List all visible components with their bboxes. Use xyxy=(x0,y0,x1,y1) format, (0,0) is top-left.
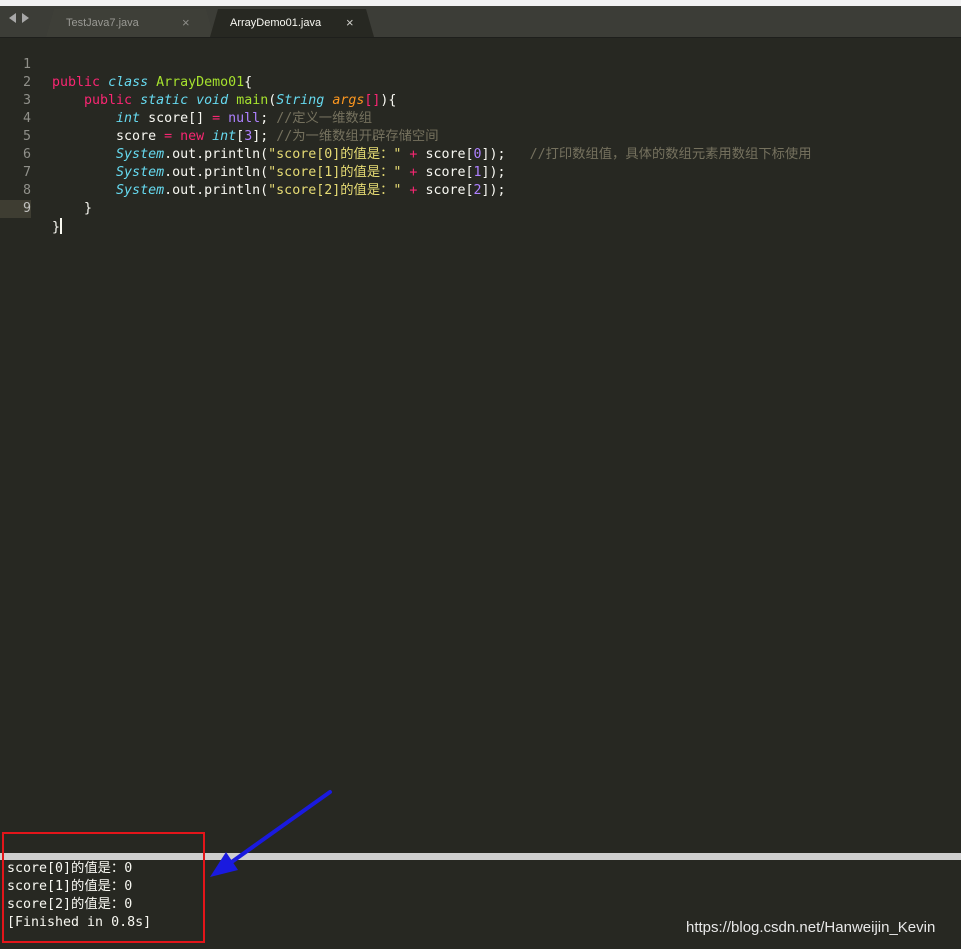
sublime-text-window: TestJava7.java × ArrayDemo01.java × 1 pu… xyxy=(0,0,961,949)
tab-close-icon[interactable]: × xyxy=(182,9,190,37)
code-line-1: 1 public class ArrayDemo01{ xyxy=(0,38,961,90)
line-number: 9 xyxy=(0,200,31,218)
tab-navigation xyxy=(9,13,29,23)
line-content: } xyxy=(52,200,92,218)
code-line-3: 3 int score[] = null; //定义一维数组 xyxy=(0,74,961,126)
code-line-2: 2 public static void main(String args[])… xyxy=(0,56,961,108)
tab-testjava7[interactable]: TestJava7.java × xyxy=(46,9,214,37)
code-line-9: 9 } xyxy=(0,182,961,235)
tab-bar: TestJava7.java × ArrayDemo01.java × xyxy=(0,6,961,38)
tab-scroll-left-icon[interactable] xyxy=(9,13,16,23)
code-editor[interactable]: 1 public class ArrayDemo01{ 2 public sta… xyxy=(0,38,961,852)
code-line-8: 8 } xyxy=(0,164,961,216)
tab-close-icon[interactable]: × xyxy=(346,9,354,37)
tab-arraydemo01[interactable]: ArrayDemo01.java × xyxy=(210,9,374,37)
text-cursor xyxy=(60,218,63,234)
code-line-7: 7 System.out.println("score[2]的值是：" + sc… xyxy=(0,146,961,198)
code-line-6: 6 System.out.println("score[1]的值是：" + sc… xyxy=(0,128,961,180)
brace: } xyxy=(52,220,61,235)
line-content: } xyxy=(52,218,63,237)
tab-label: ArrayDemo01.java xyxy=(230,17,322,29)
watermark: https://blog.csdn.net/Hanweijin_Kevin xyxy=(686,919,936,936)
brace: } xyxy=(84,201,93,216)
tab-scroll-right-icon[interactable] xyxy=(22,13,29,23)
code-line-5: 5 System.out.println("score[0]的值是：" + sc… xyxy=(0,110,961,162)
annotation-highlight-box xyxy=(2,832,205,943)
tab-label: TestJava7.java xyxy=(66,17,139,29)
code-line-4: 4 score = new int[3]; //为一维数组开辟存储空间 xyxy=(0,92,961,144)
